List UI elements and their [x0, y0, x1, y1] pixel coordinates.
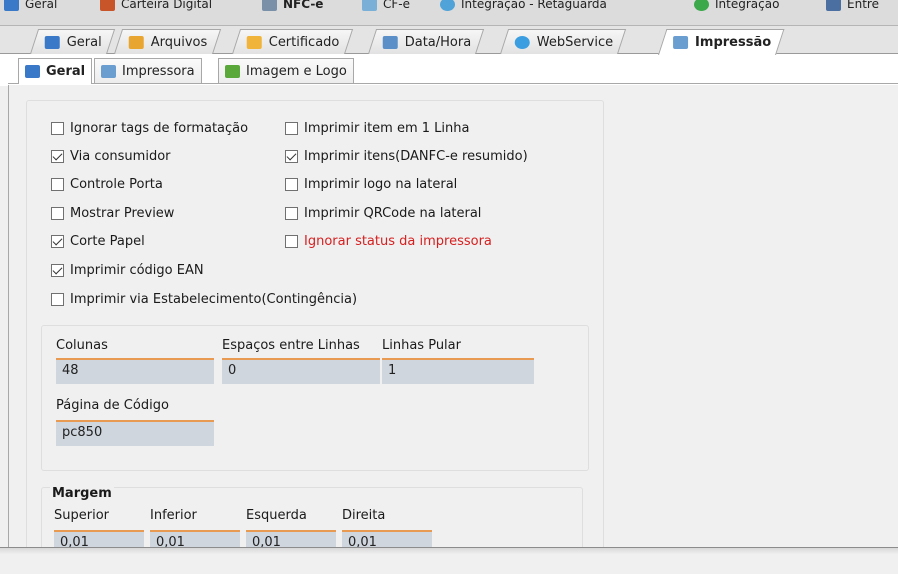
- printer-icon: [101, 65, 116, 78]
- status-bar: [0, 547, 898, 574]
- blue-grid-icon: [44, 35, 60, 49]
- wallet-icon: [100, 0, 115, 11]
- checkbox-via-consumidor[interactable]: Via consumidor: [51, 149, 171, 164]
- subtab-imagem-e-logo[interactable]: Imagem e Logo: [218, 58, 354, 84]
- checkbox-box[interactable]: [51, 178, 64, 191]
- checkbox-ignorar-status-impressora[interactable]: Ignorar status da impressora: [285, 234, 492, 249]
- checkbox-imprimir-itens-resumido[interactable]: Imprimir itens(DANFC-e resumido): [285, 149, 528, 164]
- checkbox-imprimir-item-1-linha[interactable]: Imprimir item em 1 Linha: [285, 121, 469, 136]
- tab-data-hora[interactable]: Data/Hora: [368, 29, 485, 54]
- checkbox-box[interactable]: [285, 178, 298, 191]
- checkbox-controle-porta[interactable]: Controle Porta: [51, 177, 163, 192]
- certificate-icon: [246, 35, 262, 49]
- top-tab-cfe[interactable]: CF-e: [362, 0, 410, 14]
- checkbox-imprimir-via-estabelecimento[interactable]: Imprimir via Estabelecimento(Contingênci…: [51, 292, 357, 307]
- checkbox-box[interactable]: [51, 235, 64, 248]
- checkbox-mostrar-preview[interactable]: Mostrar Preview: [51, 206, 174, 221]
- print-params-box: Colunas 48 Espaços entre Linhas 0 Linhas…: [41, 325, 589, 471]
- tab-impressao[interactable]: Impressão: [658, 29, 785, 55]
- superior-label: Superior: [54, 508, 109, 523]
- checkbox-box[interactable]: [51, 264, 64, 277]
- colunas-label: Colunas: [56, 338, 108, 353]
- pagina-codigo-label: Página de Código: [56, 398, 169, 413]
- cfe-icon: [362, 0, 377, 11]
- tab-certificado[interactable]: Certificado: [232, 29, 353, 54]
- subtab-divider: [8, 83, 898, 84]
- espacos-input[interactable]: 0: [222, 358, 380, 384]
- top-tab-nfce[interactable]: NFC-e: [262, 0, 323, 14]
- checkbox-box[interactable]: [285, 122, 298, 135]
- direita-label: Direita: [342, 508, 386, 523]
- checkbox-imprimir-logo-lateral[interactable]: Imprimir logo na lateral: [285, 177, 457, 192]
- checkbox-box[interactable]: [51, 207, 64, 220]
- pagina-codigo-input[interactable]: pc850: [56, 420, 214, 446]
- checkbox-box[interactable]: [51, 122, 64, 135]
- tab-geral[interactable]: Geral: [30, 29, 116, 54]
- calendar-icon: [382, 35, 398, 49]
- globe-icon: [514, 35, 530, 49]
- checkbox-box[interactable]: [51, 150, 64, 163]
- green-arrow-icon: [694, 0, 709, 11]
- checkbox-imprimir-codigo-ean[interactable]: Imprimir código EAN: [51, 263, 204, 278]
- checkbox-box[interactable]: [285, 150, 298, 163]
- general-settings-group: Ignorar tags de formatação Via consumido…: [26, 100, 604, 557]
- image-icon: [225, 65, 240, 78]
- checkbox-box[interactable]: [285, 207, 298, 220]
- people-icon: [826, 0, 841, 11]
- subtab-geral[interactable]: Geral: [18, 58, 93, 84]
- top-tab-bar: Geral Carteira Digital NFC-e CF-e Integr…: [0, 0, 898, 26]
- config-tab-bar: Geral Arquivos Certificado Data/Hora Web…: [0, 26, 898, 55]
- subtab-impressora[interactable]: Impressora: [94, 58, 202, 84]
- tab-arquivos[interactable]: Arquivos: [114, 29, 221, 54]
- blue-grid-icon: [25, 65, 40, 78]
- checkbox-box[interactable]: [51, 293, 64, 306]
- linhas-pular-label: Linhas Pular: [382, 338, 461, 353]
- blue-grid-icon: [4, 0, 19, 11]
- checkbox-box[interactable]: [285, 235, 298, 248]
- printer-icon: [673, 36, 689, 49]
- top-tab-integracao-retaguarda[interactable]: Integração - Retaguarda: [440, 0, 607, 14]
- top-tab-geral[interactable]: Geral: [4, 0, 57, 14]
- tab-webservice[interactable]: WebService: [500, 29, 627, 54]
- colunas-input[interactable]: 48: [56, 358, 214, 384]
- linhas-pular-input[interactable]: 1: [382, 358, 534, 384]
- globe-icon: [440, 0, 455, 11]
- esquerda-label: Esquerda: [246, 508, 307, 523]
- top-tab-integracao[interactable]: Integração: [694, 0, 779, 14]
- checkbox-corte-papel[interactable]: Corte Papel: [51, 234, 145, 249]
- top-tab-entre[interactable]: Entre: [826, 0, 879, 14]
- checkbox-imprimir-qrcode-lateral[interactable]: Imprimir QRCode na lateral: [285, 206, 481, 221]
- folder-icon: [128, 35, 144, 49]
- nfce-icon: [262, 0, 277, 11]
- margem-title: Margem: [50, 486, 114, 501]
- espacos-label: Espaços entre Linhas: [222, 338, 360, 353]
- inferior-label: Inferior: [150, 508, 197, 523]
- top-tab-carteira-digital[interactable]: Carteira Digital: [100, 0, 212, 14]
- print-subtab-bar: Geral Impressora Imagem e Logo: [0, 54, 898, 86]
- checkbox-ignorar-tags[interactable]: Ignorar tags de formatação: [51, 121, 248, 136]
